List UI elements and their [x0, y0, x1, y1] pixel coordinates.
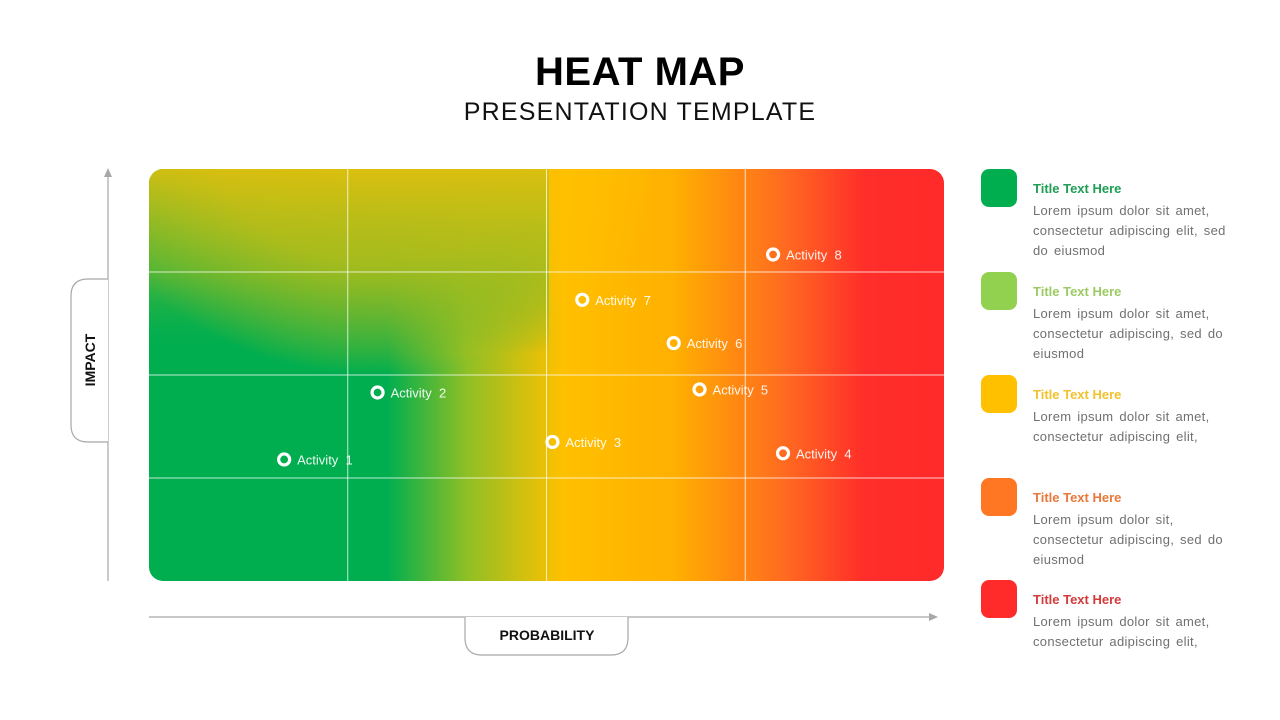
legend-swatch-orange — [981, 478, 1017, 516]
legend-description: Lorem ipsum dolor sit, consectetur adipi… — [1033, 512, 1223, 567]
activity-label: Activity 6 — [687, 336, 743, 351]
legend-description: Lorem ipsum dolor sit amet, consectetur … — [1033, 614, 1210, 649]
activity-label: Activity 8 — [786, 247, 842, 262]
activity-label: Activity 3 — [565, 435, 621, 450]
legend-description: Lorem ipsum dolor sit amet, consectetur … — [1033, 306, 1223, 361]
activity-label: Activity 4 — [796, 446, 852, 461]
legend-description: Lorem ipsum dolor sit amet, consectetur … — [1033, 409, 1210, 444]
legend-title: Title Text Here — [1033, 181, 1122, 196]
y-axis-label: IMPACT — [82, 333, 98, 386]
legend-swatch-yellow — [981, 375, 1017, 413]
legend-title: Title Text Here — [1033, 490, 1122, 505]
activity-label: Activity 7 — [595, 293, 651, 308]
legend-title: Title Text Here — [1033, 284, 1122, 299]
legend-swatch-light-green — [981, 272, 1017, 310]
legend-title: Title Text Here — [1033, 592, 1122, 607]
x-axis-label: PROBABILITY — [500, 627, 596, 643]
legend-swatch-red — [981, 580, 1017, 618]
y-axis-arrow-icon — [104, 168, 112, 177]
activity-label: Activity 2 — [391, 386, 447, 401]
activity-label: Activity 5 — [713, 382, 769, 397]
x-axis-arrow-icon — [929, 613, 938, 621]
legend-swatch-dark-green — [981, 169, 1017, 207]
activity-label: Activity 1 — [297, 452, 353, 467]
legend-description: Lorem ipsum dolor sit amet, consectetur … — [1033, 203, 1226, 258]
legend-title: Title Text Here — [1033, 387, 1122, 402]
